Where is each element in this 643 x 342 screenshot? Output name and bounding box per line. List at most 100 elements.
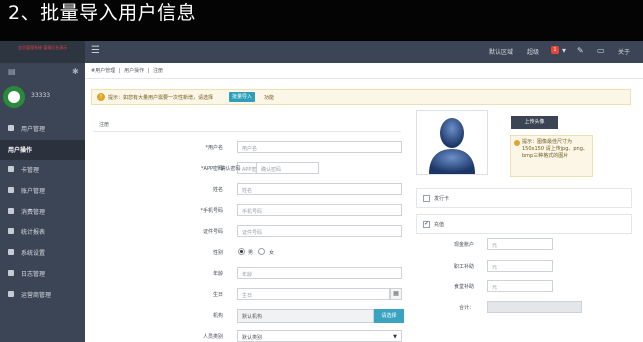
tip-suffix: 功能 <box>264 95 275 101</box>
id-number-input[interactable]: 证件号码 <box>237 225 402 237</box>
form-row-username: *用户名 用户名 <box>85 141 402 155</box>
avatar-preview <box>416 110 488 175</box>
sidebar-nav: 用户管理 用户操作 卡管理 账户管理 消费管理 统计报表 系统设置 日志管理 运… <box>0 119 85 305</box>
sidebar-item-reports[interactable]: 统计报表 <box>0 222 85 243</box>
chevron-down-icon[interactable]: ▾ <box>562 46 566 55</box>
phone-placeholder: 手机号码 <box>242 209 263 215</box>
form-row-phone: *手机号码 手机号码 <box>85 204 402 218</box>
phone-input[interactable]: 手机号码 <box>237 204 402 216</box>
age-input[interactable]: 年龄 <box>237 267 402 279</box>
fullname-label: 姓名 <box>212 187 223 193</box>
cash-account-input[interactable]: 元 <box>487 238 553 250</box>
people-icon <box>8 290 14 297</box>
bulk-import-button[interactable]: 批量导入 <box>229 92 256 102</box>
sidebar-item-card-management[interactable]: 卡管理 <box>0 160 85 181</box>
edit-icon[interactable]: ✎ <box>577 46 584 55</box>
phone-label: *手机号码 <box>200 208 223 214</box>
sidebar-item-consumption-management[interactable]: 消费管理 <box>0 202 85 223</box>
gender-female-radio[interactable] <box>258 248 265 255</box>
gear-icon[interactable]: ✱ <box>72 67 79 76</box>
calendar-icon[interactable]: ▦ <box>390 288 402 300</box>
recharge-label: 充值 <box>434 222 445 228</box>
dollar-icon <box>8 187 14 194</box>
chevron-down-icon: ▼ <box>393 334 397 340</box>
form-row-gender: 性别 男 女 <box>85 246 401 260</box>
sidebar-item-operator-management[interactable]: 运营商管理 <box>0 285 85 306</box>
monitor-icon[interactable]: ▭ <box>597 46 605 55</box>
confirm-password-input[interactable]: 确认密码 <box>256 162 319 174</box>
notification-badge[interactable]: 1 <box>551 46 559 54</box>
confirm-password-placeholder: 确认密码 <box>261 167 282 173</box>
sidebar-item-label: 日志管理 <box>21 270 46 278</box>
form-row-id-number: 证件号码 证件号码 <box>85 225 402 239</box>
recharge-row: 充值 <box>416 214 632 234</box>
report-icon <box>8 228 14 235</box>
panel-title: 注册 <box>99 122 110 128</box>
breadcrumb-item[interactable]: 用户操作 <box>124 68 144 74</box>
main-content: #用户管理 | 用户操作 | 注册 ! 提示：如您有大量用户需要一次性新增，请选… <box>85 63 643 342</box>
organization-input[interactable]: 默认机构 <box>237 309 374 323</box>
recharge-checkbox[interactable] <box>423 220 430 228</box>
sidebar-item-log-management[interactable]: 日志管理 <box>0 264 85 285</box>
breadcrumb-separator: | <box>147 68 150 74</box>
id-number-placeholder: 证件号码 <box>242 230 263 236</box>
select-organization-button[interactable]: 请选择 <box>374 309 404 323</box>
account-menu[interactable]: 超级 <box>527 47 539 56</box>
canteen-subsidy-input[interactable]: 元 <box>487 280 553 292</box>
sidebar-tools: ▤ ✱ <box>0 65 85 79</box>
brand-text: 会员管理系统 管理后台演示 <box>18 45 68 50</box>
username-input[interactable]: 用户名 <box>237 141 402 153</box>
sidebar-item-user-management[interactable]: 用户管理 <box>0 119 85 140</box>
total-label: 合计： <box>458 305 474 311</box>
menu-icon[interactable]: ☰ <box>91 45 100 56</box>
user-silhouette-icon <box>429 118 475 174</box>
info-icon <box>514 140 520 146</box>
form-row-fullname: 姓名 姓名 <box>85 183 402 197</box>
cash-account-label: 现金账户 <box>453 242 474 248</box>
upload-tip: 提示：图像最佳尺寸为150x150 请上传jpg、png、bmp三种格式的图片 <box>510 135 593 177</box>
upload-tip-text: 提示：图像最佳尺寸为150x150 请上传jpg、png、bmp三种格式的图片 <box>522 139 588 159</box>
category-select[interactable]: 默认类别 ▼ <box>237 330 402 342</box>
category-label: 人员类别 <box>202 334 223 340</box>
cart-icon <box>8 207 14 214</box>
birthday-label: 生日 <box>212 292 223 298</box>
grid-icon[interactable]: ▤ <box>8 67 16 76</box>
age-placeholder: 年龄 <box>242 272 253 278</box>
staff-subsidy-input[interactable]: 元 <box>487 260 553 272</box>
gender-male-radio[interactable] <box>238 248 245 255</box>
organization-value: 默认机构 <box>242 314 263 320</box>
sidebar-item-label: 运营商管理 <box>21 291 52 299</box>
form-row-organization: 机构 默认机构 请选择 <box>85 309 404 323</box>
upload-avatar-button[interactable]: 上传头像 <box>511 116 558 129</box>
avatar[interactable] <box>3 86 25 108</box>
region-link[interactable]: 默认区域 <box>489 47 513 56</box>
about-link[interactable]: 关于 <box>618 47 630 56</box>
breadcrumb: #用户管理 | 用户操作 | 注册 <box>91 67 165 74</box>
sidebar-item-label: 用户管理 <box>21 126 46 133</box>
issue-card-checkbox[interactable] <box>423 195 430 202</box>
staff-subsidy-row: 职工补助 元 <box>416 260 632 274</box>
fullname-input[interactable]: 姓名 <box>237 183 402 195</box>
sidebar-item-label: 用户操作 <box>8 146 33 154</box>
staff-subsidy-label: 职工补助 <box>453 264 474 270</box>
sidebar-user: 33333 <box>3 86 85 116</box>
log-icon <box>8 269 14 276</box>
divider <box>85 78 643 79</box>
sidebar-item-label: 系统设置 <box>21 250 46 258</box>
form-row-birthday: 生日 生日 ▦ <box>85 288 402 302</box>
breadcrumb-item: 注册 <box>152 68 163 74</box>
sidebar-item-account-management[interactable]: 账户管理 <box>0 181 85 202</box>
age-label: 年龄 <box>212 271 223 277</box>
birthday-input[interactable]: 生日 <box>237 288 390 300</box>
breadcrumb-item[interactable]: #用户管理 <box>91 68 115 74</box>
cash-account-placeholder: 元 <box>492 243 498 249</box>
brand-logo[interactable]: 会员管理系统 管理后台演示 <box>0 41 85 63</box>
user-name: 33333 <box>31 92 51 99</box>
sidebar-item-label: 卡管理 <box>21 167 40 175</box>
sidebar-item-system-settings[interactable]: 系统设置 <box>0 243 85 264</box>
sidebar-item-user-operation[interactable]: 用户操作 <box>0 139 85 161</box>
card-icon <box>8 166 14 173</box>
sidebar-item-label: 账户管理 <box>21 188 46 196</box>
bulk-import-tip: ! 提示：如您有大量用户需要一次性新增，请选择 批量导入 功能 <box>91 89 631 105</box>
cash-account-row: 现金账户 元 <box>416 238 632 252</box>
